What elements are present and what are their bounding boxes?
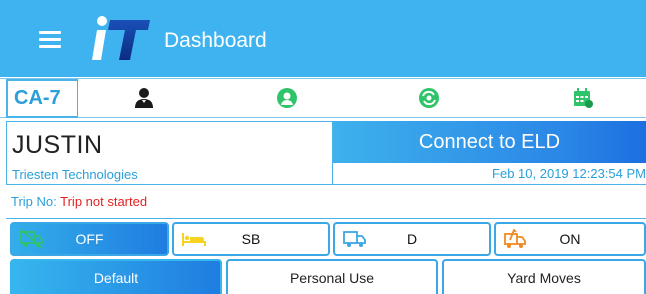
tab-default[interactable]: Default: [10, 259, 222, 294]
driver-icon[interactable]: [133, 87, 155, 109]
current-datetime: Feb 10, 2019 12:23:54 PM: [492, 166, 646, 181]
connect-eld-button[interactable]: Connect to ELD: [333, 121, 646, 163]
status-on-button[interactable]: ON: [494, 222, 646, 256]
tab-personal-use[interactable]: Personal Use: [226, 259, 438, 294]
status-d-button[interactable]: D: [333, 222, 491, 256]
co-driver-icon[interactable]: [276, 87, 298, 109]
trip-info: Trip No: Trip not started: [6, 185, 646, 219]
status-off-label: OFF: [75, 231, 104, 247]
company-name: Triesten Technologies: [12, 167, 138, 182]
tab-yard-moves[interactable]: Yard Moves: [442, 259, 646, 294]
quick-actions-row: CA-7: [0, 78, 646, 118]
hamburger-menu-icon[interactable]: [39, 31, 61, 48]
sync-icon[interactable]: [418, 87, 440, 109]
app-header: Dashboard: [0, 0, 646, 77]
eld-panel: Connect to ELD Feb 10, 2019 12:23:54 PM: [333, 121, 646, 185]
status-sb-label: SB: [241, 231, 261, 247]
driver-panel: JUSTIN Triesten Technologies: [6, 121, 333, 185]
status-on-label: ON: [559, 231, 581, 247]
trip-label: Trip No:: [11, 194, 57, 209]
status-d-label: D: [406, 231, 418, 247]
trip-status: Trip not started: [60, 194, 148, 209]
status-off-button[interactable]: OFF: [10, 222, 169, 256]
app-logo: [92, 16, 150, 60]
status-sb-button[interactable]: SB: [172, 222, 330, 256]
calendar-icon[interactable]: [572, 87, 594, 109]
page-title: Dashboard: [164, 29, 267, 52]
vehicle-id[interactable]: CA-7: [6, 79, 78, 118]
driver-name: JUSTIN: [12, 131, 103, 159]
